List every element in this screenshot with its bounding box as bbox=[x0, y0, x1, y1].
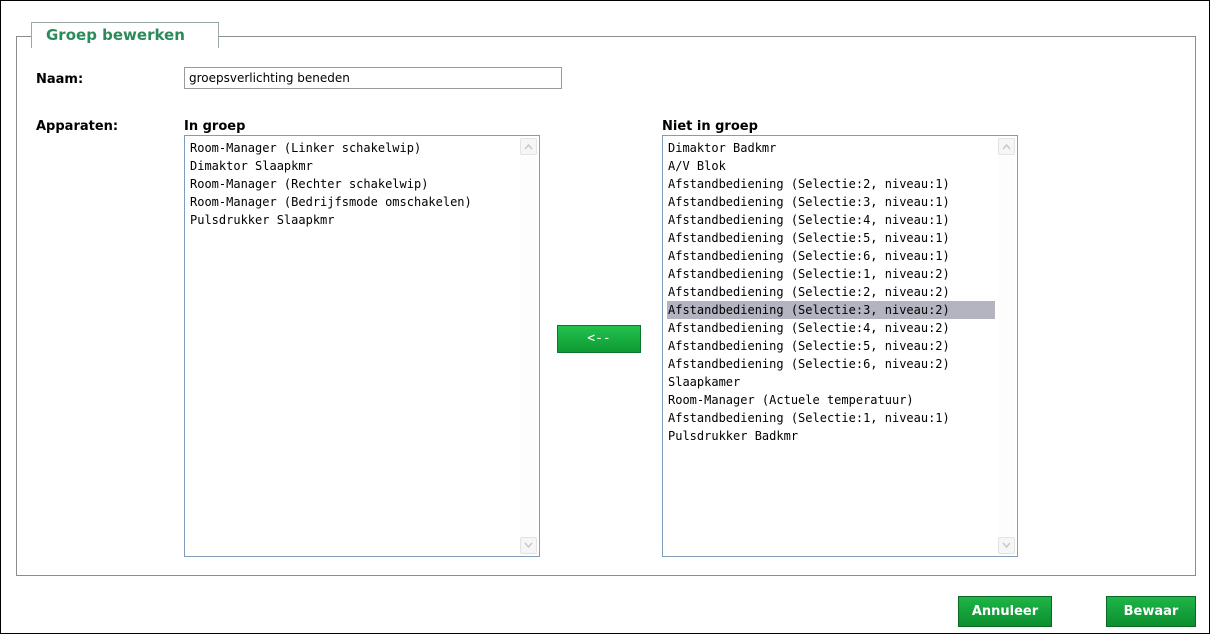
list-item[interactable]: Afstandbediening (Selectie:3, niveau:1) bbox=[667, 193, 995, 211]
list-item[interactable]: Room-Manager (Linker schakelwip) bbox=[189, 139, 517, 157]
list-item[interactable]: Room-Manager (Rechter schakelwip) bbox=[189, 175, 517, 193]
in-group-scroll-down-button[interactable] bbox=[520, 537, 537, 554]
name-label: Naam: bbox=[36, 72, 84, 87]
move-to-group-button[interactable]: <-- bbox=[557, 325, 641, 353]
list-item[interactable]: Afstandbediening (Selectie:5, niveau:1) bbox=[667, 229, 995, 247]
not-in-group-scroll-down-button[interactable] bbox=[998, 537, 1015, 554]
list-item[interactable]: Afstandbediening (Selectie:4, niveau:2) bbox=[667, 319, 995, 337]
list-item[interactable]: Dimaktor Badkmr bbox=[667, 139, 995, 157]
devices-label: Apparaten: bbox=[36, 119, 119, 134]
list-item[interactable]: Afstandbediening (Selectie:2, niveau:2) bbox=[667, 283, 995, 301]
list-item[interactable]: Dimaktor Slaapkmr bbox=[189, 157, 517, 175]
in-group-scrollbar[interactable] bbox=[520, 138, 537, 554]
fieldset-legend: Groep bewerken bbox=[31, 22, 219, 48]
list-item[interactable]: Pulsdrukker Slaapkmr bbox=[189, 211, 517, 229]
list-item[interactable]: Room-Manager (Bedrijfsmode omschakelen) bbox=[189, 193, 517, 211]
not-in-group-listbox[interactable]: Dimaktor Badkmr A/V Blok Afstandbediening … bbox=[662, 135, 1018, 557]
chevron-down-icon bbox=[1002, 542, 1011, 549]
chevron-down-icon bbox=[524, 542, 533, 549]
chevron-up-icon bbox=[524, 143, 533, 150]
list-item[interactable]: Afstandbediening (Selectie:5, niveau:2) bbox=[667, 337, 995, 355]
in-group-listbox[interactable]: Room-Manager (Linker schakelwip) Dimaktor… bbox=[184, 135, 540, 557]
list-item[interactable]: Afstandbediening (Selectie:6, niveau:1) bbox=[667, 247, 995, 265]
list-item[interactable]: Afstandbediening (Selectie:4, niveau:1) bbox=[667, 211, 995, 229]
list-item[interactable]: A/V Blok bbox=[667, 157, 995, 175]
list-item[interactable]: Afstandbediening (Selectie:1, niveau:1) bbox=[667, 409, 995, 427]
cancel-button[interactable]: Annuleer bbox=[958, 596, 1052, 627]
in-group-items: Room-Manager (Linker schakelwip) Dimaktor… bbox=[189, 139, 517, 229]
not-in-group-scrollbar[interactable] bbox=[998, 138, 1015, 554]
list-item[interactable]: Afstandbediening (Selectie:3, niveau:2) bbox=[667, 301, 995, 319]
list-item[interactable]: Afstandbediening (Selectie:6, niveau:2) bbox=[667, 355, 995, 373]
list-item[interactable]: Room-Manager (Actuele temperatuur) bbox=[667, 391, 995, 409]
chevron-up-icon bbox=[1002, 143, 1011, 150]
not-in-group-items: Dimaktor Badkmr A/V Blok Afstandbediening … bbox=[667, 139, 995, 445]
save-button[interactable]: Bewaar bbox=[1106, 596, 1196, 627]
in-group-scroll-up-button[interactable] bbox=[520, 138, 537, 155]
list-item[interactable]: Afstandbediening (Selectie:2, niveau:1) bbox=[667, 175, 995, 193]
list-item[interactable]: Pulsdrukker Badkmr bbox=[667, 427, 995, 445]
in-group-header: In groep bbox=[184, 119, 246, 134]
not-in-group-header: Niet in groep bbox=[662, 119, 758, 134]
name-input[interactable] bbox=[184, 67, 562, 89]
list-item[interactable]: Afstandbediening (Selectie:1, niveau:2) bbox=[667, 265, 995, 283]
not-in-group-scroll-up-button[interactable] bbox=[998, 138, 1015, 155]
list-item[interactable]: Slaapkamer bbox=[667, 373, 995, 391]
